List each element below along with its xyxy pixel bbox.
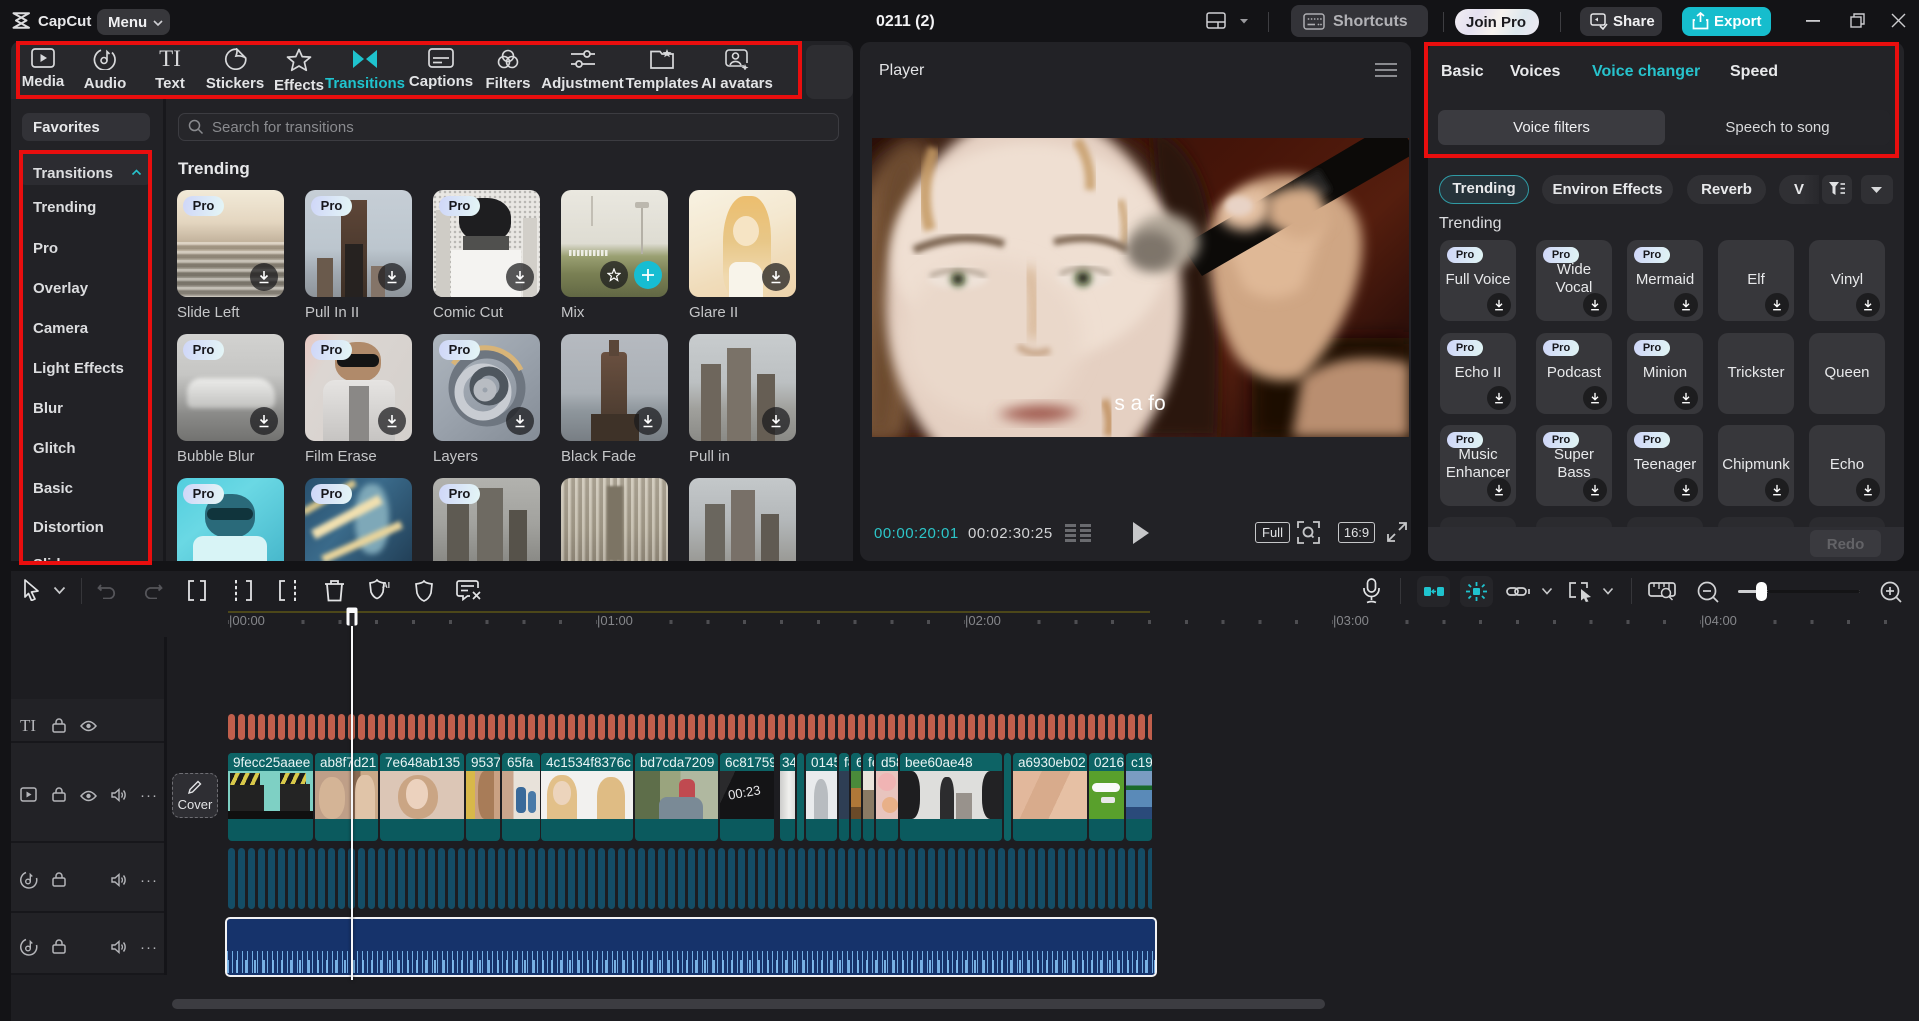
svg-text:s a fo: s a fo — [1114, 392, 1165, 415]
svg-text:AI: AI — [382, 581, 390, 590]
